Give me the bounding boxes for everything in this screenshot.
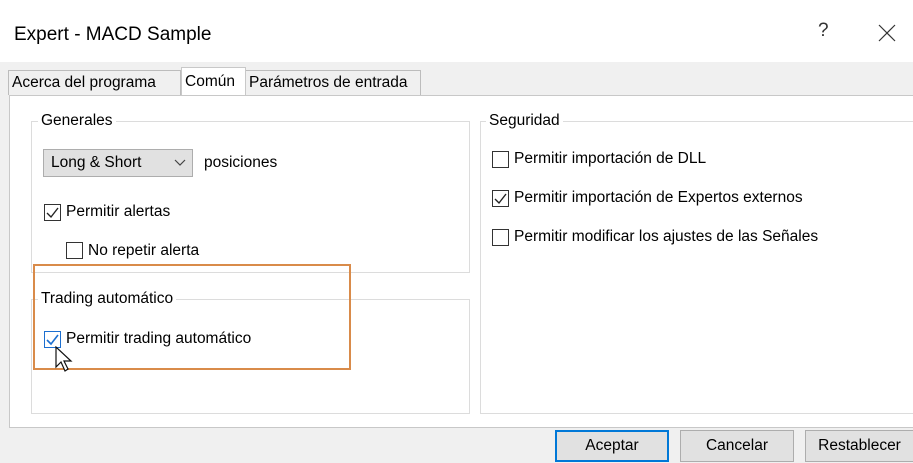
allow-modify-signals-label: Permitir modificar los ajustes de las Se… bbox=[514, 228, 819, 245]
seguridad-group-label: Seguridad bbox=[486, 112, 563, 130]
allow-external-experts-label: Permitir importación de Expertos externo… bbox=[514, 189, 803, 206]
allow-dll-label: Permitir importación de DLL bbox=[514, 150, 707, 167]
allow-external-experts-checkbox[interactable] bbox=[492, 190, 509, 207]
allow-modify-signals-checkbox[interactable] bbox=[492, 229, 509, 246]
close-icon bbox=[878, 24, 896, 42]
tab-acerca-del-programa[interactable]: Acerca del programa bbox=[8, 70, 181, 95]
help-button[interactable]: ? bbox=[818, 20, 829, 42]
positions-select[interactable]: Long & Short bbox=[43, 149, 193, 177]
tab-parametros-de-entrada[interactable]: Parámetros de entrada bbox=[245, 70, 421, 95]
reset-button[interactable]: Restablecer bbox=[805, 430, 913, 462]
window-title: Expert - MACD Sample bbox=[14, 24, 212, 45]
allow-dll-checkbox[interactable] bbox=[492, 151, 509, 168]
checkmark-icon bbox=[46, 207, 59, 219]
expert-properties-dialog: Expert - MACD Sample ? Acerca del progra… bbox=[0, 0, 913, 463]
chevron-down-icon bbox=[174, 159, 186, 166]
generales-group-label: Generales bbox=[38, 112, 116, 130]
positions-label: posiciones bbox=[204, 154, 278, 171]
no-repeat-alert-label: No repetir alerta bbox=[88, 242, 200, 259]
allow-alerts-label: Permitir alertas bbox=[66, 203, 171, 220]
no-repeat-alert-checkbox[interactable] bbox=[66, 242, 83, 259]
cancel-button[interactable]: Cancelar bbox=[680, 430, 794, 462]
mouse-cursor-icon bbox=[55, 346, 73, 372]
title-bar: Expert - MACD Sample ? bbox=[0, 0, 913, 62]
tab-comun[interactable]: Común bbox=[181, 67, 246, 96]
checkmark-icon bbox=[494, 193, 507, 205]
positions-select-value: Long & Short bbox=[51, 154, 142, 171]
close-button[interactable] bbox=[872, 12, 902, 48]
allow-alerts-checkbox[interactable] bbox=[44, 204, 61, 221]
highlight-annotation bbox=[33, 264, 351, 370]
ok-button[interactable]: Aceptar bbox=[555, 430, 669, 462]
